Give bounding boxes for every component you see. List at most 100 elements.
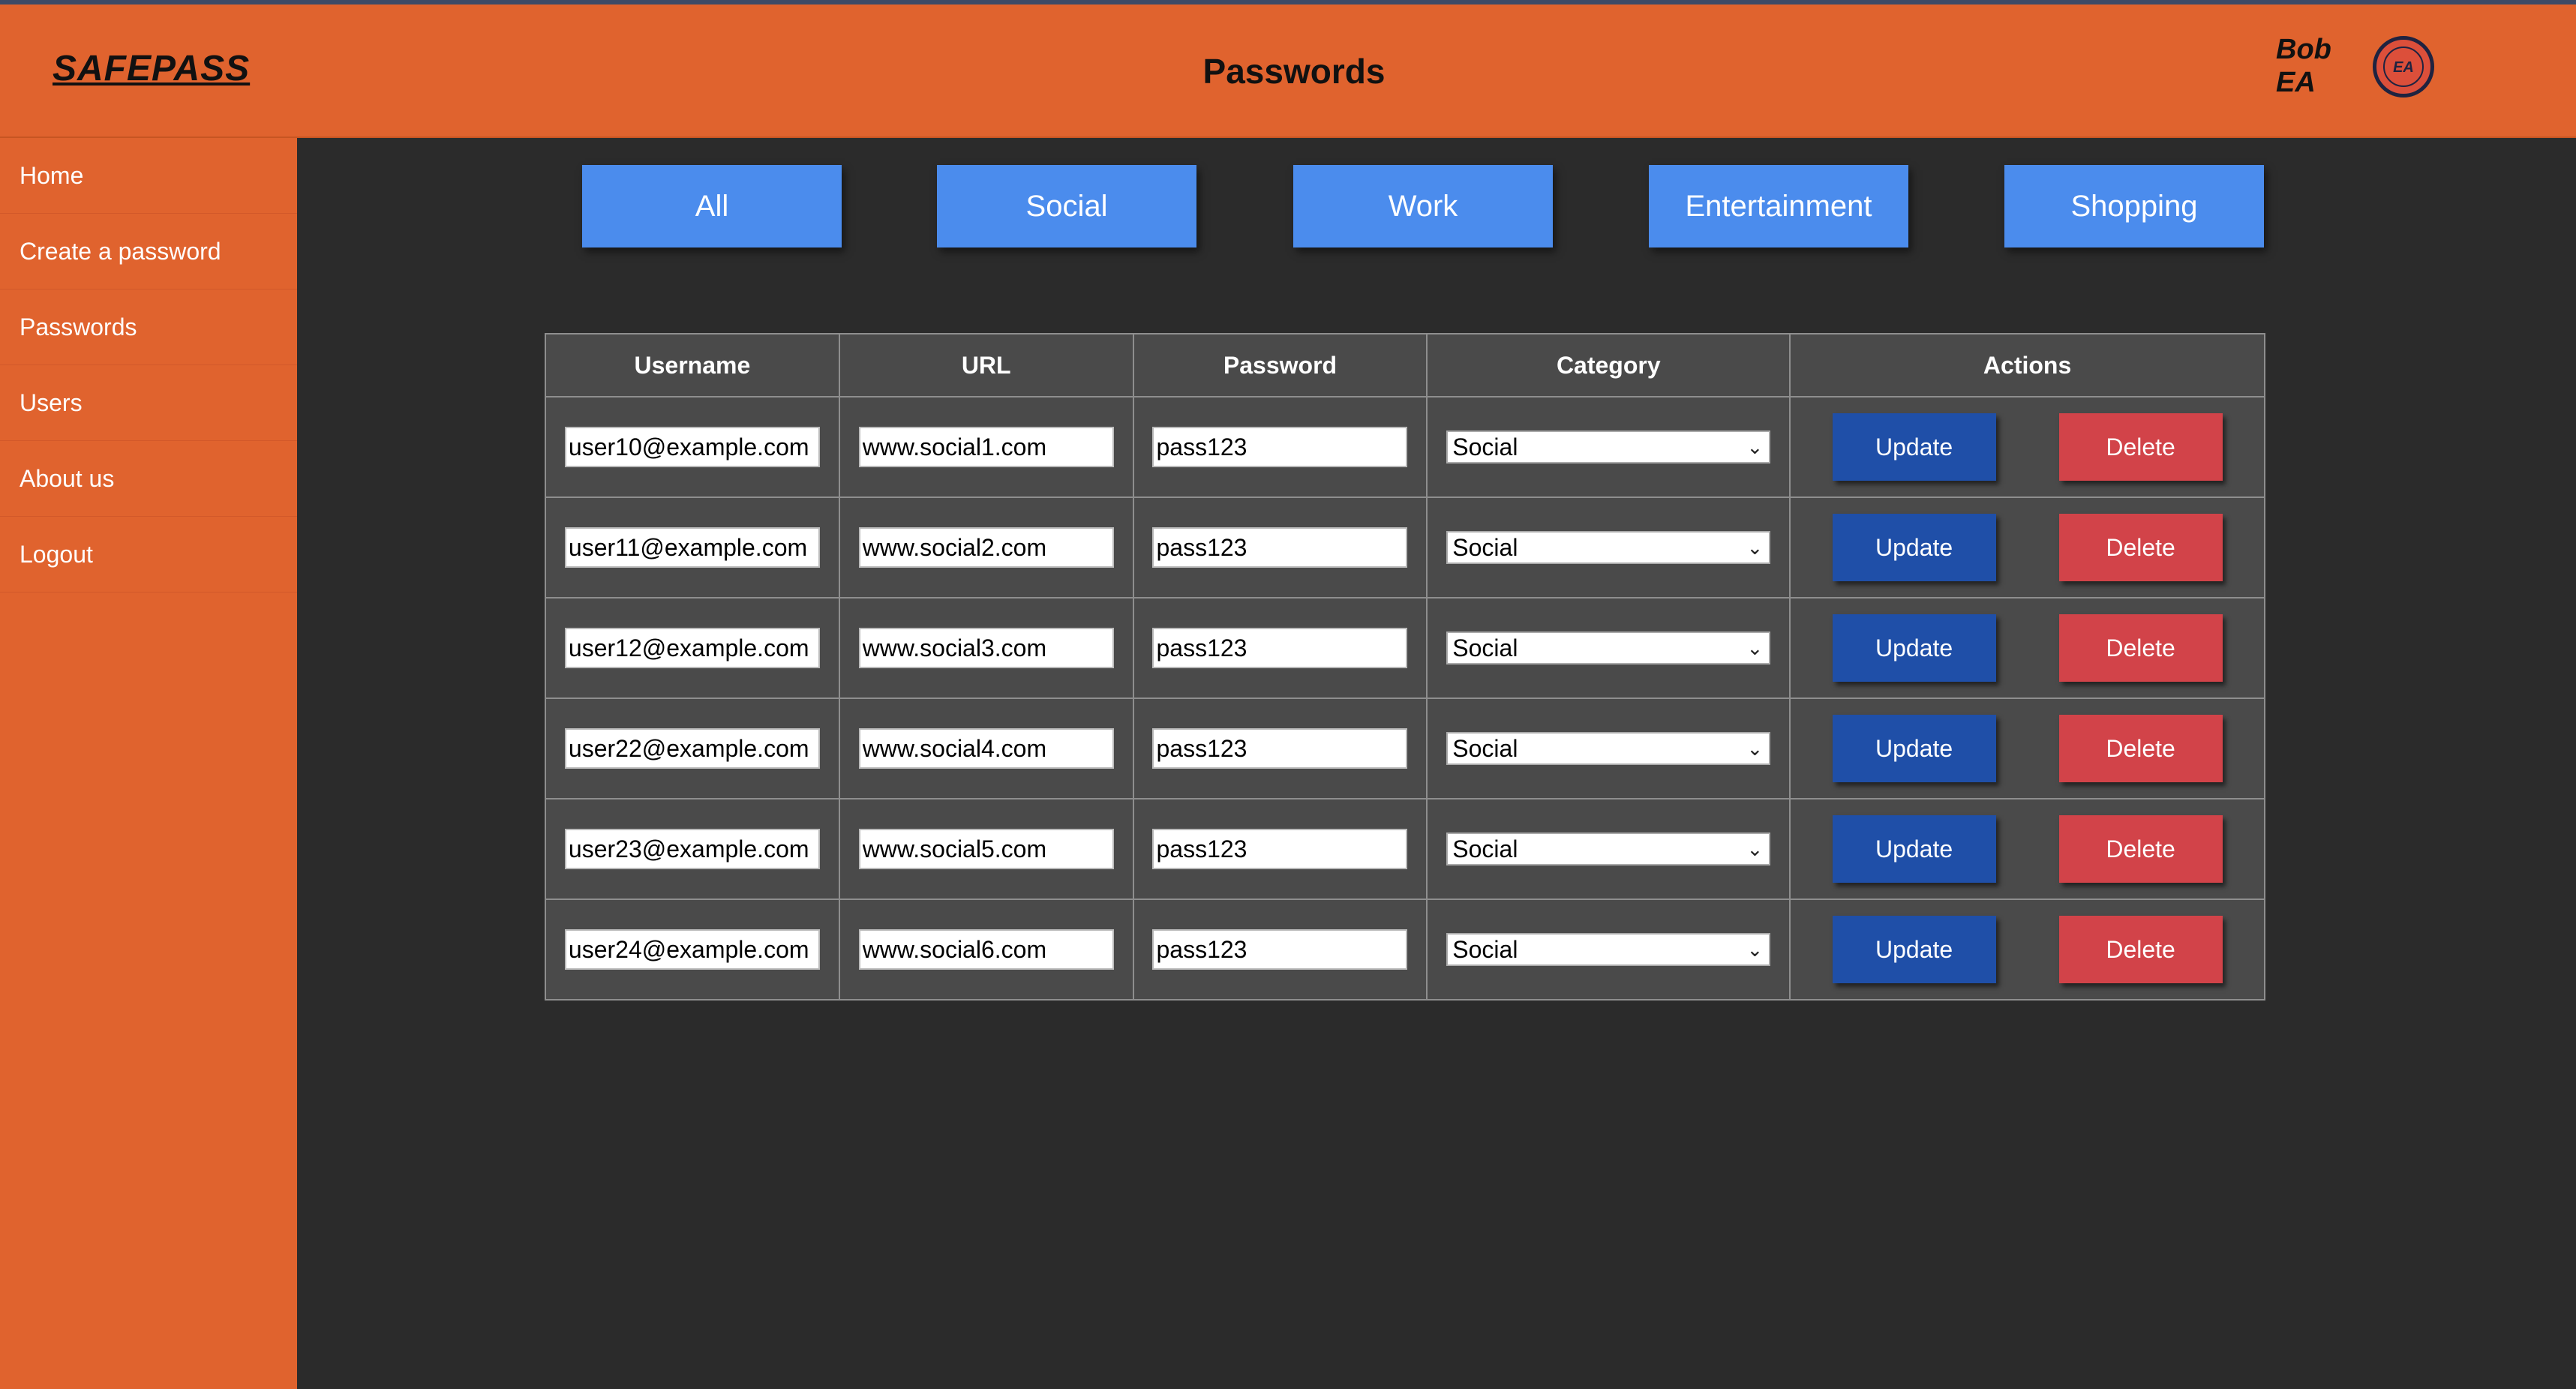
- url-input[interactable]: [858, 628, 1114, 668]
- main-content: All Social Work Entertainment Shopping U…: [297, 138, 2576, 1389]
- password-input[interactable]: [1152, 527, 1408, 568]
- update-button[interactable]: Update: [1832, 413, 1996, 481]
- username-input[interactable]: [564, 427, 820, 467]
- chevron-down-icon: ⌄: [1746, 637, 1764, 659]
- sidebar-item-logout[interactable]: Logout: [0, 517, 297, 592]
- actions-cell: Update Delete: [1789, 597, 2265, 699]
- page-title: Passwords: [1202, 52, 1386, 91]
- delete-button[interactable]: Delete: [2058, 614, 2223, 682]
- username-cell: [545, 798, 840, 900]
- actions-cell: Update Delete: [1789, 798, 2265, 900]
- url-input[interactable]: [858, 829, 1114, 869]
- url-cell: [838, 597, 1134, 699]
- update-button[interactable]: Update: [1832, 715, 1996, 782]
- column-header-actions: Actions: [1789, 333, 2265, 398]
- username-cell: [545, 898, 840, 1000]
- update-button[interactable]: Update: [1832, 614, 1996, 682]
- url-cell: [838, 396, 1134, 498]
- table-row: Social ⌄ Update Delete: [545, 698, 2265, 800]
- delete-button[interactable]: Delete: [2058, 413, 2223, 481]
- category-cell: Social ⌄: [1426, 798, 1791, 900]
- url-input[interactable]: [858, 427, 1114, 467]
- url-input[interactable]: [858, 728, 1114, 769]
- url-cell: [838, 898, 1134, 1000]
- url-input[interactable]: [858, 929, 1114, 970]
- avatar[interactable]: EA: [2373, 36, 2434, 98]
- username-input[interactable]: [564, 728, 820, 769]
- category-cell: Social ⌄: [1426, 496, 1791, 598]
- username-input[interactable]: [564, 829, 820, 869]
- category-select[interactable]: Social ⌄: [1446, 632, 1771, 664]
- password-input[interactable]: [1152, 427, 1408, 467]
- category-select[interactable]: Social ⌄: [1446, 933, 1771, 966]
- password-input[interactable]: [1152, 829, 1408, 869]
- app-root: SAFEPASS Passwords Bob EA EA Home Create…: [0, 0, 2576, 1389]
- password-input[interactable]: [1152, 728, 1408, 769]
- url-cell: [838, 496, 1134, 598]
- delete-button[interactable]: Delete: [2058, 715, 2223, 782]
- ea-logo-icon: EA: [2383, 46, 2424, 87]
- delete-button[interactable]: Delete: [2058, 514, 2223, 581]
- table-row: Social ⌄ Update Delete: [545, 496, 2265, 598]
- sidebar-item-about-us[interactable]: About us: [0, 441, 297, 517]
- username-input[interactable]: [564, 929, 820, 970]
- filter-social-button[interactable]: Social: [937, 165, 1196, 248]
- column-header-password: Password: [1132, 333, 1428, 398]
- svg-text:EA: EA: [2393, 59, 2414, 76]
- app-logo[interactable]: SAFEPASS: [53, 48, 250, 89]
- chevron-down-icon: ⌄: [1746, 436, 1764, 458]
- column-header-category: Category: [1426, 333, 1791, 398]
- url-cell: [838, 798, 1134, 900]
- category-select-value: Social: [1452, 634, 1518, 662]
- chevron-down-icon: ⌄: [1746, 737, 1764, 760]
- user-last-name: EA: [2276, 67, 2316, 98]
- sidebar-item-create-password[interactable]: Create a password: [0, 214, 297, 290]
- category-cell: Social ⌄: [1426, 898, 1791, 1000]
- column-header-username: Username: [545, 333, 840, 398]
- actions-cell: Update Delete: [1789, 396, 2265, 498]
- url-cell: [838, 698, 1134, 800]
- category-select[interactable]: Social ⌄: [1446, 430, 1771, 464]
- filter-all-button[interactable]: All: [582, 165, 842, 248]
- category-select[interactable]: Social ⌄: [1446, 531, 1771, 564]
- update-button[interactable]: Update: [1832, 815, 1996, 883]
- update-button[interactable]: Update: [1832, 916, 1996, 983]
- category-select-value: Social: [1452, 836, 1518, 862]
- category-select[interactable]: Social ⌄: [1446, 732, 1771, 765]
- update-button[interactable]: Update: [1832, 514, 1996, 581]
- password-cell: [1132, 798, 1428, 900]
- username-input[interactable]: [564, 527, 820, 568]
- sidebar-item-users[interactable]: Users: [0, 365, 297, 441]
- filter-shopping-button[interactable]: Shopping: [2004, 165, 2264, 248]
- password-cell: [1132, 597, 1428, 699]
- table-row: Social ⌄ Update Delete: [545, 597, 2265, 699]
- passwords-table: Username URL Password Category Actions S…: [545, 333, 2265, 1000]
- category-select-value: Social: [1452, 936, 1518, 963]
- url-input[interactable]: [858, 527, 1114, 568]
- username-cell: [545, 396, 840, 498]
- filter-entertainment-button[interactable]: Entertainment: [1649, 165, 1908, 248]
- category-select-value: Social: [1452, 735, 1518, 762]
- sidebar-item-home[interactable]: Home: [0, 138, 297, 214]
- actions-cell: Update Delete: [1789, 898, 2265, 1000]
- table-row: Social ⌄ Update Delete: [545, 898, 2265, 1000]
- delete-button[interactable]: Delete: [2058, 916, 2223, 983]
- category-cell: Social ⌄: [1426, 698, 1791, 800]
- username-input[interactable]: [564, 628, 820, 668]
- password-input[interactable]: [1152, 628, 1408, 668]
- table-row: Social ⌄ Update Delete: [545, 798, 2265, 900]
- category-select-value: Social: [1452, 434, 1518, 460]
- sidebar: Home Create a password Passwords Users A…: [0, 138, 297, 1389]
- category-cell: Social ⌄: [1426, 396, 1791, 498]
- actions-cell: Update Delete: [1789, 698, 2265, 800]
- table-header-row: Username URL Password Category Actions: [545, 333, 2265, 398]
- sidebar-item-passwords[interactable]: Passwords: [0, 290, 297, 365]
- user-name: Bob EA: [2276, 33, 2331, 99]
- filter-work-button[interactable]: Work: [1293, 165, 1553, 248]
- password-input[interactable]: [1152, 929, 1408, 970]
- category-select[interactable]: Social ⌄: [1446, 832, 1771, 866]
- chevron-down-icon: ⌄: [1746, 536, 1764, 559]
- column-header-url: URL: [838, 333, 1134, 398]
- password-cell: [1132, 898, 1428, 1000]
- delete-button[interactable]: Delete: [2058, 815, 2223, 883]
